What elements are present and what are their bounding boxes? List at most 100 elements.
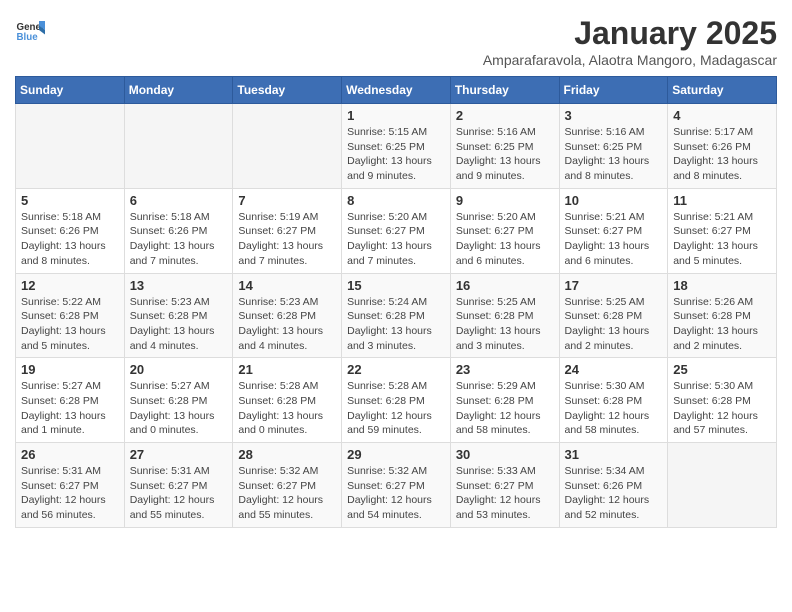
day-info: Sunrise: 5:18 AM Sunset: 6:26 PM Dayligh… bbox=[21, 210, 119, 269]
day-info: Sunrise: 5:34 AM Sunset: 6:26 PM Dayligh… bbox=[565, 464, 663, 523]
day-info: Sunrise: 5:24 AM Sunset: 6:28 PM Dayligh… bbox=[347, 295, 445, 354]
calendar-day-cell: 30 Sunrise: 5:33 AM Sunset: 6:27 PM Dayli… bbox=[450, 443, 559, 528]
day-number: 21 bbox=[238, 362, 336, 377]
calendar-body: 1Sunrise: 5:15 AM Sunset: 6:25 PM Daylig… bbox=[16, 104, 777, 528]
day-number: 14 bbox=[238, 278, 336, 293]
calendar-day-cell: 1Sunrise: 5:15 AM Sunset: 6:25 PM Daylig… bbox=[342, 104, 451, 189]
day-info: Sunrise: 5:30 AM Sunset: 6:28 PM Dayligh… bbox=[565, 379, 663, 438]
day-number: 25 bbox=[673, 362, 771, 377]
title-area: January 2025 Amparafaravola, Alaotra Man… bbox=[483, 15, 777, 68]
calendar-day-cell: 27 Sunrise: 5:31 AM Sunset: 6:27 PM Dayli… bbox=[124, 443, 233, 528]
calendar-day-cell: 25 Sunrise: 5:30 AM Sunset: 6:28 PM Dayli… bbox=[668, 358, 777, 443]
day-info: Sunrise: 5:28 AM Sunset: 6:28 PM Dayligh… bbox=[347, 379, 445, 438]
day-info: Sunrise: 5:32 AM Sunset: 6:27 PM Dayligh… bbox=[347, 464, 445, 523]
calendar-day-cell: 29Sunrise: 5:32 AM Sunset: 6:27 PM Dayli… bbox=[342, 443, 451, 528]
day-number: 28 bbox=[238, 447, 336, 462]
svg-text:Blue: Blue bbox=[17, 32, 39, 43]
day-number: 19 bbox=[21, 362, 119, 377]
day-info: Sunrise: 5:23 AM Sunset: 6:28 PM Dayligh… bbox=[238, 295, 336, 354]
day-number: 10 bbox=[565, 193, 663, 208]
calendar-week-row: 19 Sunrise: 5:27 AM Sunset: 6:28 PM Dayli… bbox=[16, 358, 777, 443]
day-number: 11 bbox=[673, 193, 771, 208]
day-info: Sunrise: 5:16 AM Sunset: 6:25 PM Dayligh… bbox=[456, 125, 554, 184]
day-number: 17 bbox=[565, 278, 663, 293]
day-info: Sunrise: 5:23 AM Sunset: 6:28 PM Dayligh… bbox=[130, 295, 228, 354]
calendar-day-cell bbox=[16, 104, 125, 189]
calendar-day-cell: 8 Sunrise: 5:20 AM Sunset: 6:27 PM Daylig… bbox=[342, 188, 451, 273]
day-number: 3 bbox=[565, 108, 663, 123]
day-info: Sunrise: 5:27 AM Sunset: 6:28 PM Dayligh… bbox=[21, 379, 119, 438]
day-info: Sunrise: 5:27 AM Sunset: 6:28 PM Dayligh… bbox=[130, 379, 228, 438]
calendar-day-cell: 15 Sunrise: 5:24 AM Sunset: 6:28 PM Dayli… bbox=[342, 273, 451, 358]
day-info: Sunrise: 5:30 AM Sunset: 6:28 PM Dayligh… bbox=[673, 379, 771, 438]
calendar-day-cell: 18Sunrise: 5:26 AM Sunset: 6:28 PM Dayli… bbox=[668, 273, 777, 358]
day-info: Sunrise: 5:19 AM Sunset: 6:27 PM Dayligh… bbox=[238, 210, 336, 269]
calendar-day-cell: 3Sunrise: 5:16 AM Sunset: 6:25 PM Daylig… bbox=[559, 104, 668, 189]
day-info: Sunrise: 5:31 AM Sunset: 6:27 PM Dayligh… bbox=[130, 464, 228, 523]
day-info: Sunrise: 5:25 AM Sunset: 6:28 PM Dayligh… bbox=[565, 295, 663, 354]
day-number: 24 bbox=[565, 362, 663, 377]
calendar-day-cell: 23 Sunrise: 5:29 AM Sunset: 6:28 PM Dayli… bbox=[450, 358, 559, 443]
calendar-day-cell bbox=[124, 104, 233, 189]
day-info: Sunrise: 5:20 AM Sunset: 6:27 PM Dayligh… bbox=[347, 210, 445, 269]
calendar-day-cell: 7 Sunrise: 5:19 AM Sunset: 6:27 PM Daylig… bbox=[233, 188, 342, 273]
day-info: Sunrise: 5:28 AM Sunset: 6:28 PM Dayligh… bbox=[238, 379, 336, 438]
day-number: 2 bbox=[456, 108, 554, 123]
calendar-day-cell: 10 Sunrise: 5:21 AM Sunset: 6:27 PM Dayli… bbox=[559, 188, 668, 273]
logo-icon: General Blue bbox=[15, 15, 45, 45]
day-number: 16 bbox=[456, 278, 554, 293]
day-number: 1 bbox=[347, 108, 445, 123]
calendar-day-cell: 4Sunrise: 5:17 AM Sunset: 6:26 PM Daylig… bbox=[668, 104, 777, 189]
calendar-week-row: 26Sunrise: 5:31 AM Sunset: 6:27 PM Dayli… bbox=[16, 443, 777, 528]
day-info: Sunrise: 5:22 AM Sunset: 6:28 PM Dayligh… bbox=[21, 295, 119, 354]
calendar-day-cell: 9 Sunrise: 5:20 AM Sunset: 6:27 PM Daylig… bbox=[450, 188, 559, 273]
calendar-header: SundayMondayTuesdayWednesdayThursdayFrid… bbox=[16, 77, 777, 104]
location-subtitle: Amparafaravola, Alaotra Mangoro, Madagas… bbox=[483, 52, 777, 68]
day-number: 7 bbox=[238, 193, 336, 208]
calendar-day-cell: 22 Sunrise: 5:28 AM Sunset: 6:28 PM Dayli… bbox=[342, 358, 451, 443]
calendar-day-cell: 6 Sunrise: 5:18 AM Sunset: 6:26 PM Daylig… bbox=[124, 188, 233, 273]
day-of-week-header: Sunday bbox=[16, 77, 125, 104]
calendar-day-cell: 21 Sunrise: 5:28 AM Sunset: 6:28 PM Dayli… bbox=[233, 358, 342, 443]
day-of-week-header: Tuesday bbox=[233, 77, 342, 104]
calendar-day-cell: 19 Sunrise: 5:27 AM Sunset: 6:28 PM Dayli… bbox=[16, 358, 125, 443]
calendar-day-cell: 13Sunrise: 5:23 AM Sunset: 6:28 PM Dayli… bbox=[124, 273, 233, 358]
day-info: Sunrise: 5:31 AM Sunset: 6:27 PM Dayligh… bbox=[21, 464, 119, 523]
logo: General Blue bbox=[15, 15, 45, 45]
day-of-week-header: Monday bbox=[124, 77, 233, 104]
day-of-week-header: Wednesday bbox=[342, 77, 451, 104]
day-of-week-header: Thursday bbox=[450, 77, 559, 104]
day-number: 8 bbox=[347, 193, 445, 208]
day-info: Sunrise: 5:20 AM Sunset: 6:27 PM Dayligh… bbox=[456, 210, 554, 269]
day-number: 18 bbox=[673, 278, 771, 293]
day-info: Sunrise: 5:21 AM Sunset: 6:27 PM Dayligh… bbox=[565, 210, 663, 269]
calendar-day-cell bbox=[668, 443, 777, 528]
day-number: 31 bbox=[565, 447, 663, 462]
day-number: 23 bbox=[456, 362, 554, 377]
calendar-week-row: 1Sunrise: 5:15 AM Sunset: 6:25 PM Daylig… bbox=[16, 104, 777, 189]
day-info: Sunrise: 5:18 AM Sunset: 6:26 PM Dayligh… bbox=[130, 210, 228, 269]
day-number: 30 bbox=[456, 447, 554, 462]
calendar-table: SundayMondayTuesdayWednesdayThursdayFrid… bbox=[15, 76, 777, 528]
day-of-week-header: Friday bbox=[559, 77, 668, 104]
day-number: 22 bbox=[347, 362, 445, 377]
calendar-day-cell: 16 Sunrise: 5:25 AM Sunset: 6:28 PM Dayli… bbox=[450, 273, 559, 358]
calendar-day-cell: 20Sunrise: 5:27 AM Sunset: 6:28 PM Dayli… bbox=[124, 358, 233, 443]
calendar-week-row: 5Sunrise: 5:18 AM Sunset: 6:26 PM Daylig… bbox=[16, 188, 777, 273]
calendar-day-cell: 5Sunrise: 5:18 AM Sunset: 6:26 PM Daylig… bbox=[16, 188, 125, 273]
calendar-day-cell: 26Sunrise: 5:31 AM Sunset: 6:27 PM Dayli… bbox=[16, 443, 125, 528]
day-info: Sunrise: 5:33 AM Sunset: 6:27 PM Dayligh… bbox=[456, 464, 554, 523]
day-number: 6 bbox=[130, 193, 228, 208]
calendar-day-cell: 12Sunrise: 5:22 AM Sunset: 6:28 PM Dayli… bbox=[16, 273, 125, 358]
day-number: 9 bbox=[456, 193, 554, 208]
day-number: 15 bbox=[347, 278, 445, 293]
days-of-week-row: SundayMondayTuesdayWednesdayThursdayFrid… bbox=[16, 77, 777, 104]
calendar-day-cell: 31 Sunrise: 5:34 AM Sunset: 6:26 PM Dayli… bbox=[559, 443, 668, 528]
day-of-week-header: Saturday bbox=[668, 77, 777, 104]
day-info: Sunrise: 5:25 AM Sunset: 6:28 PM Dayligh… bbox=[456, 295, 554, 354]
day-number: 4 bbox=[673, 108, 771, 123]
calendar-day-cell bbox=[233, 104, 342, 189]
day-info: Sunrise: 5:29 AM Sunset: 6:28 PM Dayligh… bbox=[456, 379, 554, 438]
calendar-day-cell: 2 Sunrise: 5:16 AM Sunset: 6:25 PM Daylig… bbox=[450, 104, 559, 189]
day-number: 27 bbox=[130, 447, 228, 462]
